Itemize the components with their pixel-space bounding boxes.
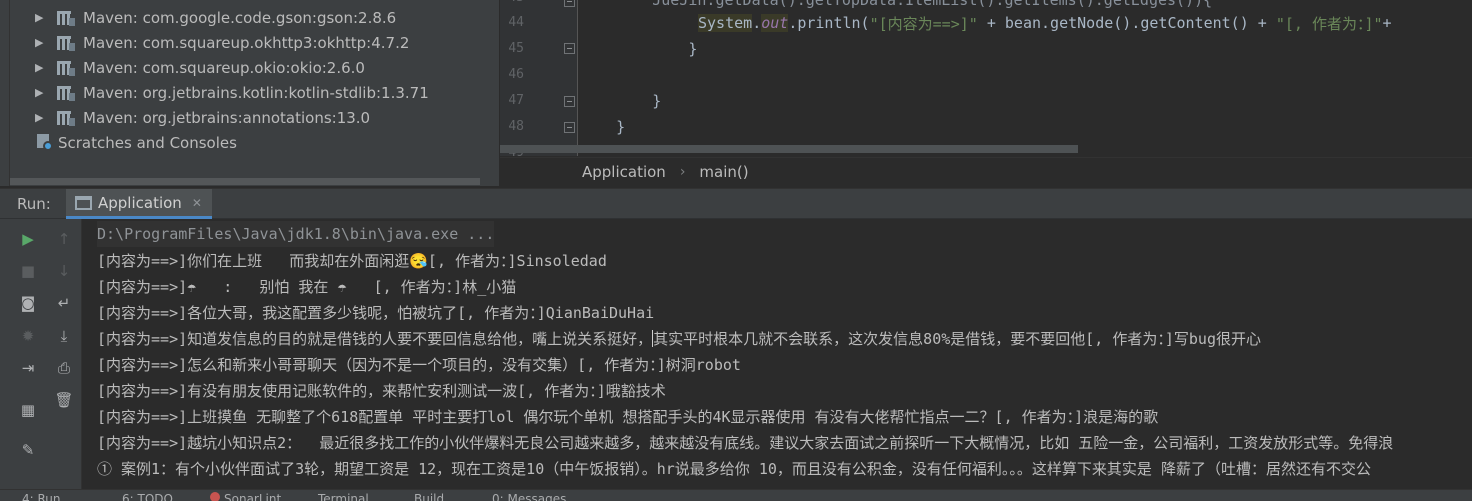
code-line: }	[580, 40, 698, 58]
code-token: + bean.getNode().getContent() +	[977, 14, 1276, 32]
line-number: 43	[500, 0, 524, 5]
tree-item-okhttp[interactable]: ▶ Maven: com.squareup.okhttp3:okhttp:4.7…	[10, 30, 409, 55]
console-window-icon	[75, 195, 92, 210]
console-text: 其实平时根本几就不会联系，这次发信息80%是借钱，要不要回他[, 作者为：]写b…	[653, 329, 1261, 348]
code-static-field: out	[761, 14, 789, 32]
tool-tab-messages[interactable]: 0: Messages	[492, 492, 566, 501]
code-line: }	[580, 92, 662, 110]
jar-library-icon	[57, 110, 77, 126]
run-panel-label: Run:	[17, 195, 51, 213]
code-token: .println(	[788, 14, 870, 32]
expand-arrow-icon[interactable]: ▶	[35, 36, 45, 49]
debug-bug-icon[interactable]: ✹	[18, 326, 38, 346]
code-editor[interactable]: 43 44 45 46 47 48 49 JueJin.getData().ge…	[500, 0, 1472, 156]
up-arrow-icon[interactable]: ↑	[54, 229, 74, 249]
left-tool-strip	[0, 0, 10, 186]
jar-library-icon	[57, 10, 77, 26]
breadcrumb-item-method[interactable]: main()	[699, 163, 748, 181]
fold-marker-icon[interactable]	[564, 122, 575, 133]
down-arrow-icon[interactable]: ↓	[54, 261, 74, 281]
tree-item-label: Maven: com.squareup.okhttp3:okhttp:4.7.2	[83, 33, 410, 52]
tool-tab-run[interactable]: 4: Run	[22, 492, 61, 501]
run-toolbar-primary: ▶ ■ ◙ ✹ ⇥ ▦ ✎	[10, 219, 46, 501]
tree-item-scratches[interactable]: Scratches and Consoles	[10, 130, 237, 155]
tool-tab-build[interactable]: Build	[414, 492, 444, 501]
tree-item-label: Scratches and Consoles	[58, 133, 237, 152]
camera-icon[interactable]: ◙	[18, 293, 38, 313]
line-number: 48	[508, 119, 524, 134]
trash-icon[interactable]: 🗑	[54, 390, 74, 410]
line-number: 46	[508, 67, 524, 82]
console-line: [内容为==>]知道发信息的目的就是借钱的人要不要回信息给他，嘴上说关系挺好，其…	[97, 325, 1261, 351]
fold-marker-icon[interactable]	[564, 0, 575, 7]
breadcrumb: Application › main()	[500, 157, 1472, 186]
console-line: [内容为==>]☂ : 别怕 我在 ☂ [, 作者为：]林_小猫	[97, 277, 517, 296]
console-command-line: D:\ProgramFiles\Java\jdk1.8\bin\java.exe…	[97, 221, 495, 247]
pin-icon[interactable]: ✎	[18, 440, 38, 460]
run-toolbar-secondary: ↑ ↓ ↵ ⤓ ⎙ 🗑	[46, 219, 82, 501]
sonarlint-icon	[210, 492, 220, 501]
soft-wrap-icon[interactable]: ↵	[54, 293, 74, 313]
code-line-println: System. out .println("[内容为==>]" + bean.get…	[698, 10, 1392, 36]
tool-tab-label: SonarLint	[224, 492, 282, 501]
left-tool-strip-lower	[0, 219, 10, 501]
run-icon[interactable]: ▶	[18, 229, 38, 249]
tree-item-label: Maven: org.jetbrains:annotations:13.0	[83, 108, 371, 127]
console-line: [内容为==>]有没有朋友使用记账软件的，来帮忙安利测试一波[, 作者为：]哦豁…	[97, 381, 666, 400]
jar-library-icon	[57, 60, 77, 76]
expand-arrow-icon[interactable]: ▶	[35, 61, 45, 74]
line-number: 44	[508, 15, 524, 30]
tool-tab-terminal[interactable]: Terminal	[318, 492, 369, 501]
expand-arrow-icon[interactable]: ▶	[35, 111, 45, 124]
console-line: ① 案例1：有个小伙伴面试了3轮，期望工资是 12，现在工资是10（中午饭报销）…	[97, 459, 1371, 478]
expand-arrow-icon[interactable]: ▶	[35, 86, 45, 99]
fold-marker-icon[interactable]	[564, 96, 575, 107]
code-class-name: System	[698, 14, 753, 32]
scratches-icon	[35, 133, 55, 152]
tree-horizontal-scrollbar[interactable]	[10, 178, 480, 185]
fold-marker-icon[interactable]	[564, 43, 575, 54]
tree-item-label: Maven: com.google.code.gson:gson:2.8.6	[83, 8, 397, 27]
line-number: 45	[508, 41, 524, 56]
code-string-literal: "[, 作者为：]"	[1275, 14, 1383, 33]
exit-icon[interactable]: ⇥	[18, 358, 38, 378]
console-line: [内容为==>]你们在上班 而我却在外面闲逛😪[, 作者为：]Sinsoleda…	[97, 251, 607, 270]
console-line: [内容为==>]越坑小知识点2： 最近很多找工作的小伙伴爆料无良公司越来越多，越…	[97, 433, 1394, 452]
code-token: +	[1382, 14, 1392, 32]
close-icon[interactable]: ✕	[192, 196, 202, 210]
code-string-literal: "[内容为==>]"	[869, 14, 978, 33]
console-line: [内容为==>]各位大哥，我这配置多少钱呢，怕被坑了[, 作者为：]QianBa…	[97, 303, 655, 322]
code-token: .	[752, 14, 762, 32]
tab-application[interactable]: Application ✕	[66, 189, 212, 219]
run-panel-header: Run: Application ✕	[0, 188, 1472, 219]
tree-item-label: Maven: org.jetbrains.kotlin:kotlin-stdli…	[83, 83, 429, 102]
tool-window-bar: 4: Run 6: TODO SonarLint Terminal Build …	[0, 489, 1472, 501]
breadcrumb-separator-icon: ›	[679, 164, 686, 180]
jar-library-icon	[57, 35, 77, 51]
tool-tab-todo[interactable]: 6: TODO	[122, 492, 173, 501]
line-number: 47	[508, 93, 524, 108]
editor-gutter: 43 44 45 46 47 48 49	[500, 0, 578, 156]
tree-item-annotations[interactable]: ▶ Maven: org.jetbrains:annotations:13.0	[10, 105, 370, 130]
expand-arrow-icon[interactable]: ▶	[35, 11, 45, 24]
console-text: [内容为==>]知道发信息的目的就是借钱的人要不要回信息给他，嘴上说关系挺好，	[97, 329, 653, 348]
console-line: [内容为==>]怎么和新来小哥哥聊天（因为不是一个项目的，没有交集）[, 作者为…	[97, 355, 741, 374]
scroll-to-end-icon[interactable]: ⤓	[54, 326, 74, 346]
project-tree: ▶ Maven: com.google.code.gson:gson:2.8.6…	[10, 0, 499, 186]
tree-item-label: Maven: com.squareup.okio:okio:2.6.0	[83, 58, 365, 77]
tree-item-kotlin-stdlib[interactable]: ▶ Maven: org.jetbrains.kotlin:kotlin-std…	[10, 80, 429, 105]
editor-horizontal-scrollbar[interactable]	[500, 145, 1078, 153]
tool-tab-sonarlint[interactable]: SonarLint	[210, 492, 281, 501]
layout-icon[interactable]: ▦	[18, 400, 38, 420]
tab-title: Application	[98, 193, 182, 212]
code-line: }	[580, 118, 626, 136]
console-line: [内容为==>]上班摸鱼 无聊整了个618配置单 平时主要打lol 偶尔玩个单机…	[97, 407, 1159, 426]
jar-library-icon	[57, 85, 77, 101]
tree-item-okio[interactable]: ▶ Maven: com.squareup.okio:okio:2.6.0	[10, 55, 365, 80]
tree-item-gson[interactable]: ▶ Maven: com.google.code.gson:gson:2.8.6	[10, 5, 396, 30]
breadcrumb-item-class[interactable]: Application	[582, 163, 666, 181]
stop-icon[interactable]: ■	[18, 261, 38, 281]
print-icon[interactable]: ⎙	[54, 358, 74, 378]
console-output[interactable]: D:\ProgramFiles\Java\jdk1.8\bin\java.exe…	[83, 219, 1472, 489]
